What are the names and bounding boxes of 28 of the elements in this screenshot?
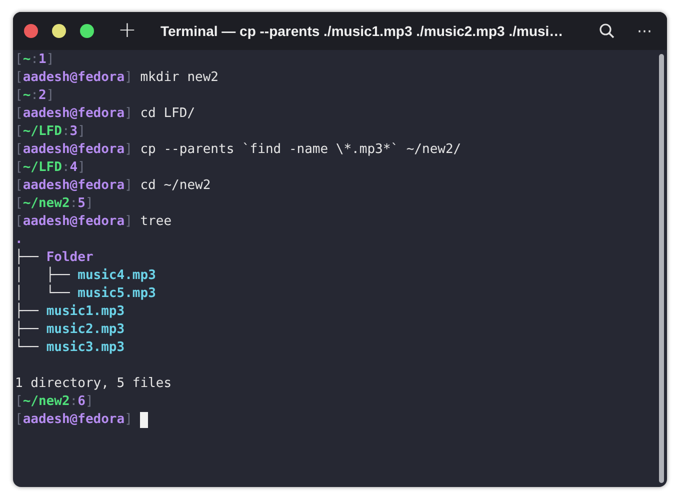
window-title: Terminal — cp --parents ./music1.mp3 ./music2.mp3 ./musi… <box>160 22 564 41</box>
menu-button[interactable]: ⋯ <box>637 24 652 38</box>
tree-line: ├── music2.mp3 <box>15 321 125 338</box>
search-icon[interactable] <box>599 23 615 39</box>
prompt-line: [~/new2:5] <box>15 195 94 213</box>
tree-line: ├── music1.mp3 <box>15 303 125 320</box>
maximize-button[interactable] <box>80 24 94 38</box>
command-line: [aadesh@fedora] tree <box>15 213 172 231</box>
minimize-button[interactable] <box>52 24 66 38</box>
command-line: [aadesh@fedora] cp --parents `find -name \*.mp3*` ~/new2/ <box>15 141 462 159</box>
tree-line: ├── Folder <box>15 249 94 266</box>
tree-line: │ └── music5.mp3 <box>15 285 156 302</box>
tree-line: └── music3.mp3 <box>15 339 125 357</box>
command-line: [aadesh@fedora] cd LFD/ <box>15 105 196 123</box>
close-button[interactable] <box>24 24 38 38</box>
tree-line: │ ├── music4.mp3 <box>15 267 156 284</box>
command-line: [aadesh@fedora] cd ~/new2 <box>15 177 211 195</box>
command-line: [aadesh@fedora] <box>15 411 132 429</box>
scrollbar[interactable] <box>658 54 664 483</box>
prompt-line: [~/LFD:3] <box>15 123 86 141</box>
output-line: 1 directory, 5 files <box>15 375 172 393</box>
prompt-line: [~:1] <box>15 51 54 69</box>
prompt-line: [~/new2:6] <box>15 393 94 411</box>
command-line: [aadesh@fedora] mkdir new2 <box>15 69 218 87</box>
new-tab-button[interactable]: + <box>118 20 136 42</box>
prompt-line: [~/LFD:4] <box>15 159 86 177</box>
prompt-line: [~:2] <box>15 87 54 105</box>
tree-line: . <box>15 231 23 248</box>
